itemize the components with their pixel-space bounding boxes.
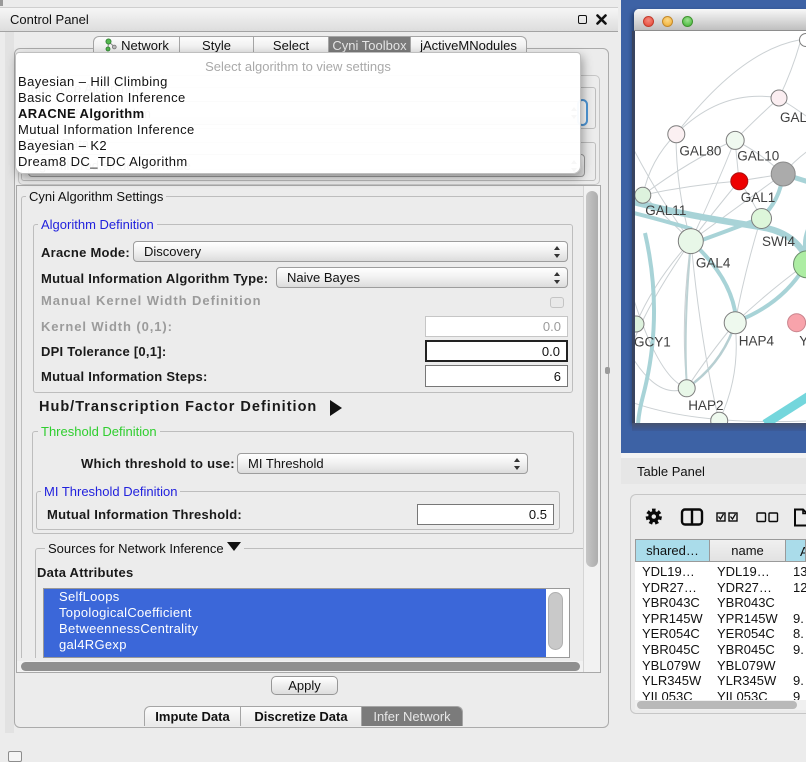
svg-text:HAP4: HAP4: [739, 334, 775, 349]
svg-text:GCY1: GCY1: [635, 335, 671, 350]
svg-text:HAP2: HAP2: [688, 398, 723, 413]
svg-text:GAL11: GAL11: [645, 203, 686, 218]
svg-text:Y: Y: [799, 334, 806, 349]
svg-text:GAL4: GAL4: [696, 256, 731, 271]
svg-text:GAL80: GAL80: [679, 144, 721, 159]
svg-text:SWI4: SWI4: [762, 234, 795, 249]
svg-text:GAL10: GAL10: [737, 149, 779, 164]
svg-text:GAL: GAL: [780, 110, 806, 125]
svg-text:GAL1: GAL1: [741, 190, 776, 205]
